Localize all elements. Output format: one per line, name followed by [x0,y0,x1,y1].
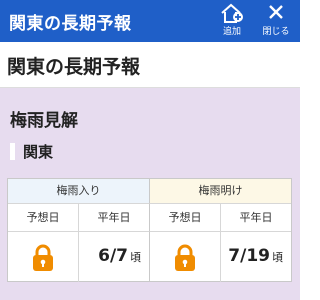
end-normal-date: 7/19 頃 [228,246,283,266]
end-forecast-label: 予想日 [150,203,221,231]
end-normal-label: 平年日 [221,203,291,231]
add-button-label: 追加 [222,27,241,37]
start-normal-label: 平年日 [79,203,150,231]
close-icon [269,5,283,19]
lock-icon [33,244,53,271]
end-forecast-cell[interactable] [150,231,221,282]
rainy-season-start-header: 梅雨入り [8,179,150,203]
page-header: 関東の長期予報 [0,42,300,88]
region-marker [10,142,15,160]
close-button-label: 閉じる [262,27,290,37]
home-add-icon [221,3,243,23]
region-label: 関東 [23,142,54,161]
page-title: 関東の長期予報 [7,56,141,78]
region-heading: 関東 [10,142,54,161]
start-forecast-label: 予想日 [8,203,79,231]
end-normal-date-cell: 7/19 頃 [221,231,291,282]
app-title: 関東の長期予報 [9,14,132,34]
forecast-table: 梅雨入り 梅雨明け 予想日 平年日 予想日 平年日 6/7 頃 7/19 頃 [7,178,292,282]
start-normal-date-cell: 6/7 頃 [79,231,150,282]
start-normal-date: 6/7 頃 [98,246,141,266]
rainy-season-section: 梅雨見解 関東 梅雨入り 梅雨明け 予想日 平年日 予想日 平年日 6/7頃 [0,88,300,300]
app-bar: 関東の長期予報 追加 閉じる [0,0,300,42]
close-button[interactable]: 閉じる [254,0,298,42]
section-title: 梅雨見解 [10,111,78,131]
lock-icon [175,244,195,271]
start-forecast-cell[interactable] [8,231,79,282]
add-button[interactable]: 追加 [210,0,254,42]
rainy-season-end-header: 梅雨明け [150,179,291,203]
